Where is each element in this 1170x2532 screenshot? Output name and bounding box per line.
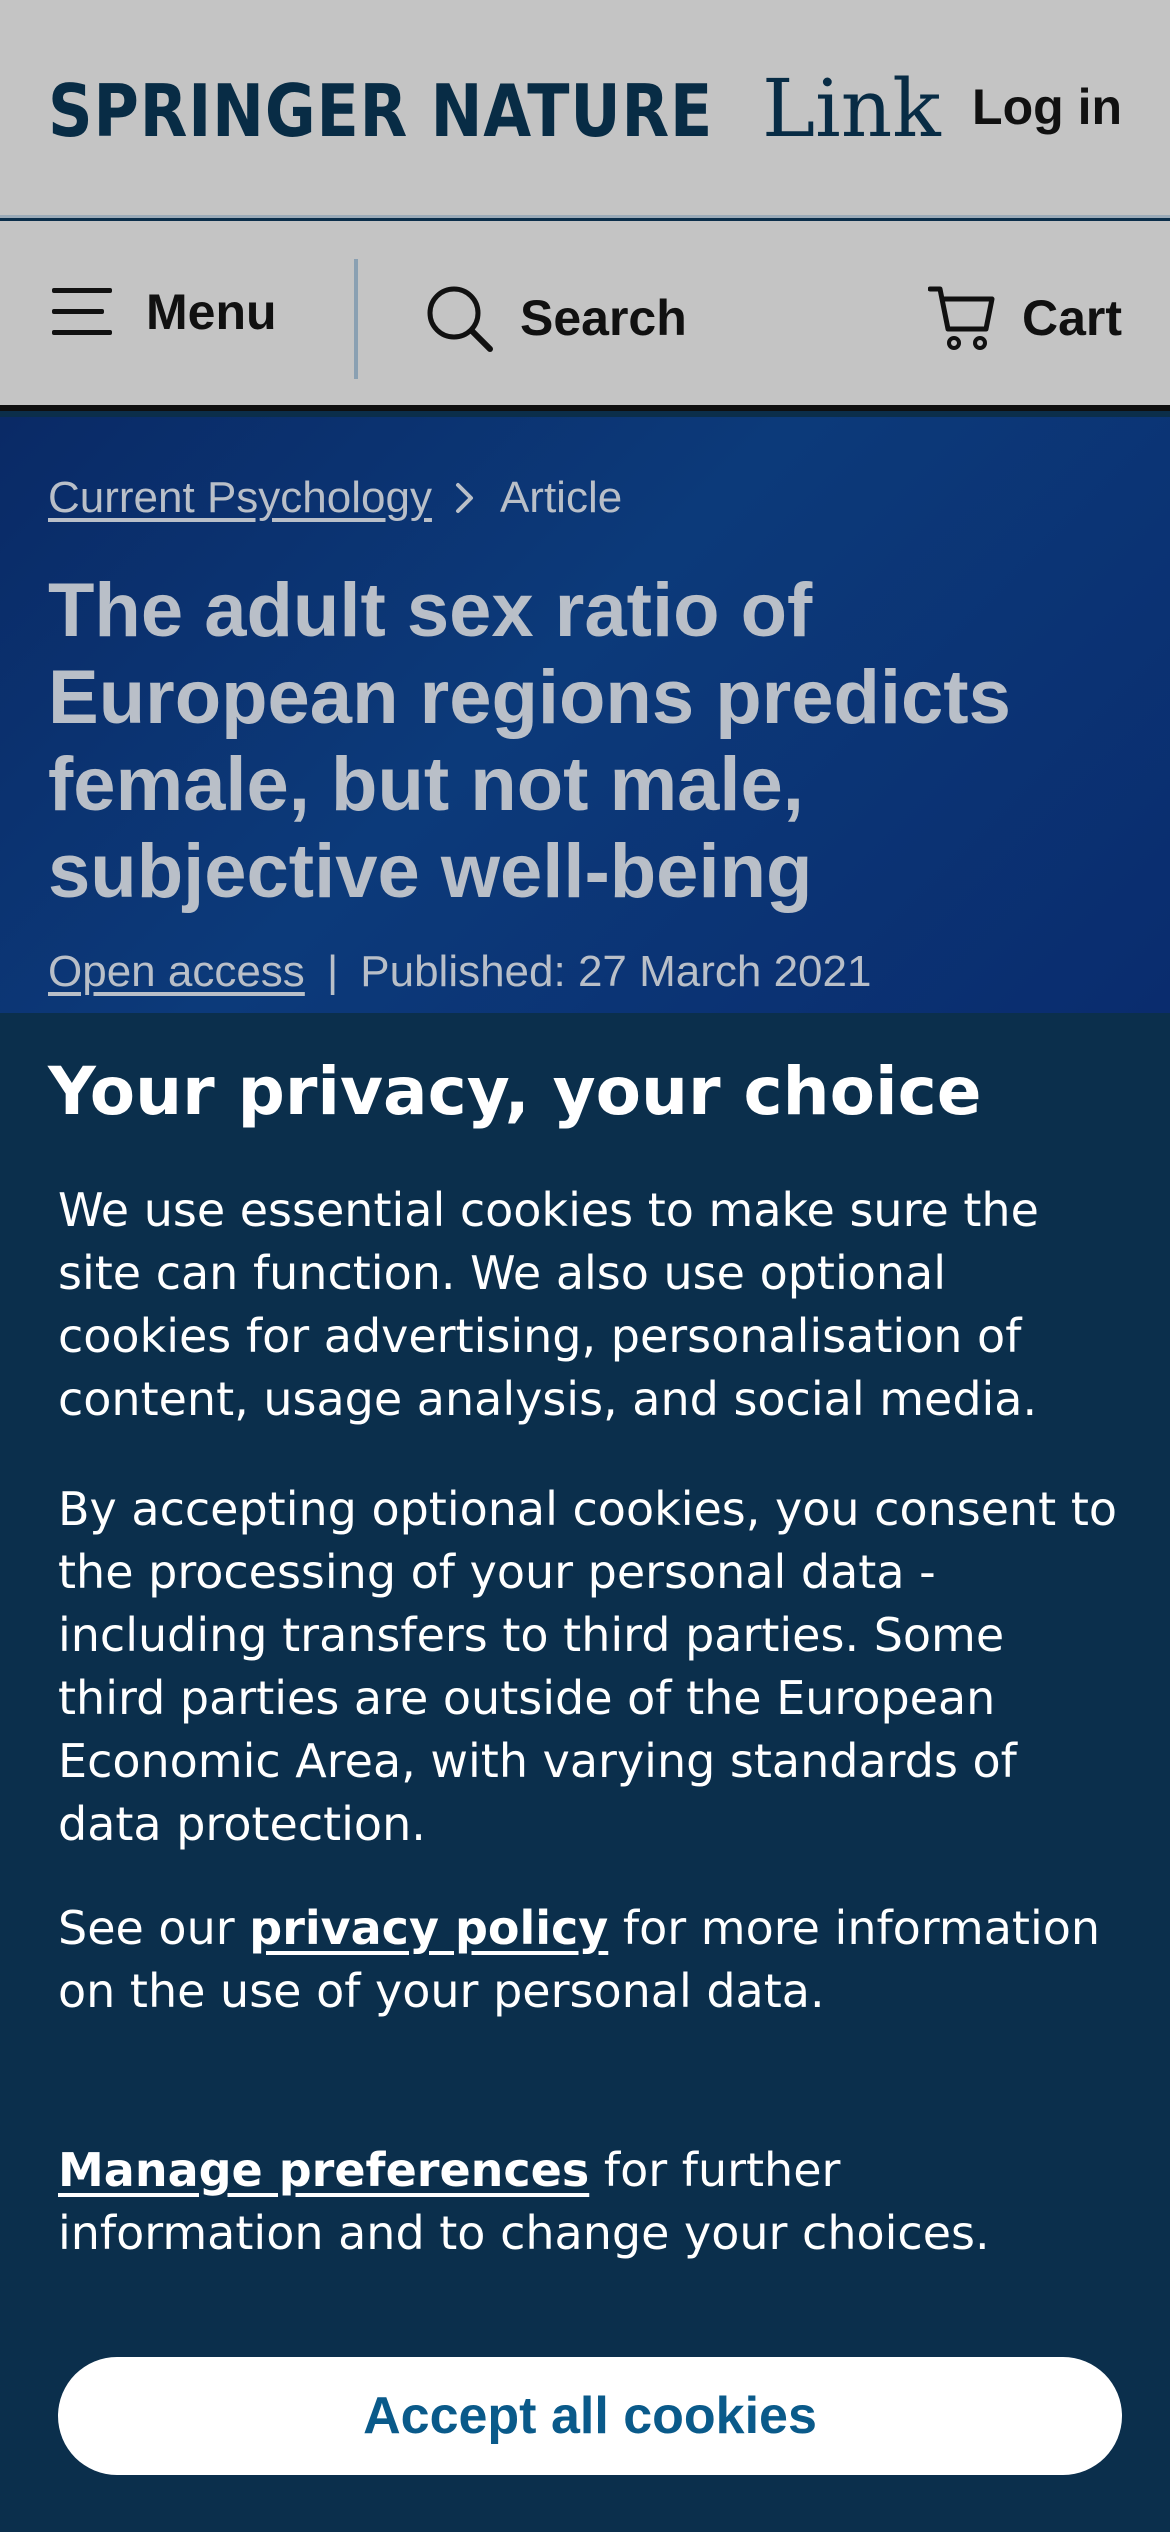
hamburger-icon: [50, 286, 114, 338]
article-meta: Open access | Published: 27 March 2021: [48, 947, 871, 997]
breadcrumb-current: Article: [499, 473, 623, 522]
consent-privacy-text: See our privacy policy for more informat…: [58, 1897, 1118, 2023]
menu-label: Menu: [146, 284, 277, 340]
consent-heading: Your privacy, your choice: [48, 1053, 982, 1130]
accept-all-cookies-button[interactable]: Accept all cookies: [58, 2357, 1122, 2475]
site-header: SPRINGER NATURE Link Log in: [0, 0, 1170, 218]
search-label: Search: [520, 290, 687, 346]
nav-bar: Menu Search Cart: [0, 221, 1170, 411]
privacy-text-before: See our: [58, 1901, 250, 1955]
consent-manage-text: Manage preferences for further informati…: [58, 2139, 1118, 2265]
nav-divider: [354, 259, 358, 379]
breadcrumb-journal-link[interactable]: Current Psychology: [48, 473, 432, 523]
article-title: The adult sex ratio of European regions …: [48, 568, 1011, 914]
article-hero: Current Psychology Article The adult sex…: [0, 417, 1170, 1017]
login-link[interactable]: Log in: [972, 78, 1122, 136]
open-access-link[interactable]: Open access: [48, 947, 305, 997]
cart-label: Cart: [1021, 290, 1122, 346]
logo-link-text: Link: [762, 62, 941, 155]
cookie-consent-dialog: Your privacy, your choice We use essenti…: [0, 1013, 1170, 2532]
consent-optional-text: By accepting optional cookies, you conse…: [58, 1482, 1118, 1851]
consent-essential-text: We use essential cookies to make sure th…: [58, 1183, 1039, 1426]
meta-separator: |: [326, 947, 339, 996]
search-button[interactable]: Search: [424, 283, 687, 353]
manage-preferences-link[interactable]: Manage preferences: [58, 2143, 589, 2197]
logo-brand-text: SPRINGER NATURE: [48, 69, 714, 153]
cart-icon: [927, 283, 998, 353]
cart-button[interactable]: Cart: [927, 283, 1122, 353]
menu-button[interactable]: Menu: [50, 283, 277, 341]
privacy-policy-link[interactable]: privacy policy: [249, 1901, 608, 1955]
search-icon: [424, 283, 494, 353]
springer-nature-link-logo[interactable]: SPRINGER NATURE Link: [48, 62, 941, 155]
chevron-right-icon: [454, 481, 476, 515]
published-date: Published: 27 March 2021: [360, 947, 872, 996]
breadcrumb: Current Psychology Article: [48, 473, 622, 523]
